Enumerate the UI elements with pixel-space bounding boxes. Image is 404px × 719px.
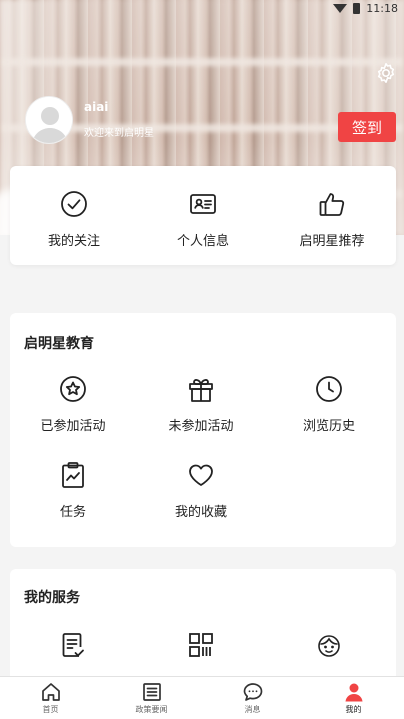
bottom-tab-bar: 首页 政策要闻 消息 我的 (0, 676, 404, 719)
tab-mine-label: 我的 (345, 705, 362, 714)
support-agent-icon (318, 635, 340, 657)
gift-icon (189, 379, 213, 402)
recommend-item[interactable]: 启明星推荐 (268, 166, 396, 265)
joined-activities-label: 已参加活动 (40, 419, 106, 434)
thumbs-up-icon (319, 193, 345, 216)
services-title: 我的服务 (24, 590, 80, 606)
document-check-icon (62, 633, 84, 657)
my-favorites-label: 我的收藏 (174, 505, 227, 520)
tab-home-label: 首页 (42, 705, 59, 714)
tab-home[interactable]: 首页 (0, 677, 101, 719)
service-item-qr-code[interactable] (138, 631, 264, 659)
wifi-icon (333, 3, 348, 13)
tab-mine[interactable]: 我的 (303, 677, 404, 719)
avatar[interactable] (25, 96, 73, 144)
tasks-item[interactable]: 任务 (10, 461, 136, 520)
welcome-text: 欢迎来到启明星 (84, 128, 154, 139)
battery-icon (353, 2, 361, 14)
tab-policy-news[interactable]: 政策要闻 (101, 677, 202, 719)
unjoined-activities-item[interactable]: 未参加活动 (138, 375, 264, 434)
heart-icon (189, 464, 213, 486)
tab-policy-news-label: 政策要闻 (135, 705, 168, 714)
personal-info-item[interactable]: 个人信息 (139, 166, 267, 265)
browse-history-item[interactable]: 浏览历史 (266, 375, 392, 434)
my-follows-label: 我的关注 (47, 234, 100, 249)
check-circle-icon (61, 191, 87, 217)
my-favorites-item[interactable]: 我的收藏 (138, 461, 264, 520)
home-icon (41, 683, 60, 701)
id-card-icon (190, 194, 216, 214)
status-time: 11:18 (366, 1, 398, 15)
tab-messages-label: 消息 (244, 705, 261, 714)
news-icon (142, 683, 161, 701)
qr-code-icon (189, 633, 213, 657)
tab-messages[interactable]: 消息 (202, 677, 303, 719)
settings-gear-icon[interactable] (374, 61, 398, 85)
browse-history-label: 浏览历史 (302, 419, 355, 434)
unjoined-activities-label: 未参加活动 (168, 419, 234, 434)
joined-activities-item[interactable]: 已参加活动 (10, 375, 136, 434)
personal-info-label: 个人信息 (176, 234, 229, 249)
signin-button[interactable]: 签到 (338, 112, 396, 142)
service-item-documents[interactable] (10, 631, 136, 659)
service-item-support[interactable] (266, 631, 392, 659)
quick-actions-card: 我的关注 个人信息 启明星推荐 (10, 166, 396, 265)
clipboard-chart-icon (62, 462, 84, 488)
education-title: 启明星教育 (24, 336, 94, 352)
my-follows-item[interactable]: 我的关注 (10, 166, 138, 265)
chat-icon (243, 683, 262, 701)
status-bar: 11:18 (333, 0, 398, 16)
star-circle-icon (60, 376, 86, 402)
username: aiai (84, 100, 109, 114)
services-card: 我的服务 (10, 569, 396, 689)
default-avatar-icon (26, 97, 72, 143)
education-card: 启明星教育 已参加活动 未参加活动 浏览历史 任务 我的收藏 (10, 313, 396, 547)
clock-icon (316, 376, 342, 402)
recommend-label: 启明星推荐 (299, 234, 365, 249)
user-icon (345, 683, 362, 702)
tasks-label: 任务 (59, 505, 86, 520)
